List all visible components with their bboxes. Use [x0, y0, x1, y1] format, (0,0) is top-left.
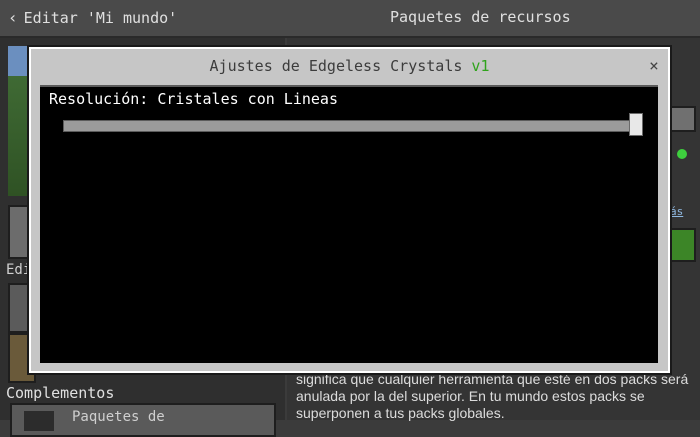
- pack-settings-button[interactable]: [668, 106, 696, 132]
- dialog-title: Ajustes de Edgeless Crystals v1: [31, 57, 668, 75]
- resolution-slider-thumb[interactable]: [629, 113, 643, 136]
- dialog-title-text: Ajustes de Edgeless Crystals: [209, 57, 463, 75]
- addons-section-label: Complementos: [6, 384, 115, 402]
- version-label: v1: [471, 57, 490, 75]
- status-dot: [677, 149, 687, 159]
- resource-packs-tab[interactable]: Paquetes de: [10, 403, 276, 437]
- page-title: Paquetes de recursos: [390, 8, 571, 26]
- pack-icon: [24, 411, 54, 431]
- top-bar: ‹ Editar 'Mi mundo' Paquetes de recursos: [0, 0, 700, 38]
- resolution-slider-fill: [64, 121, 642, 131]
- resource-packs-tab-label: Paquetes de: [72, 409, 165, 425]
- resolution-setting-label: Resolución: Cristales con Lineas: [49, 90, 338, 108]
- back-button[interactable]: ‹ Editar 'Mi mundo': [8, 8, 177, 27]
- back-button-label: Editar 'Mi mundo': [23, 8, 178, 27]
- activate-button[interactable]: [668, 228, 696, 262]
- resolution-slider-track[interactable]: [63, 120, 643, 132]
- info-text: significa que cualquier herramienta que …: [296, 371, 689, 421]
- chevron-left-icon: ‹: [8, 8, 18, 27]
- settings-dialog: Ajustes de Edgeless Crystals v1 × Resolu…: [29, 47, 670, 373]
- close-icon[interactable]: ×: [646, 56, 662, 75]
- dialog-body: Resolución: Cristales con Lineas: [40, 85, 658, 363]
- more-link[interactable]: ás: [670, 205, 683, 218]
- edit-section-label: Edi: [6, 262, 32, 278]
